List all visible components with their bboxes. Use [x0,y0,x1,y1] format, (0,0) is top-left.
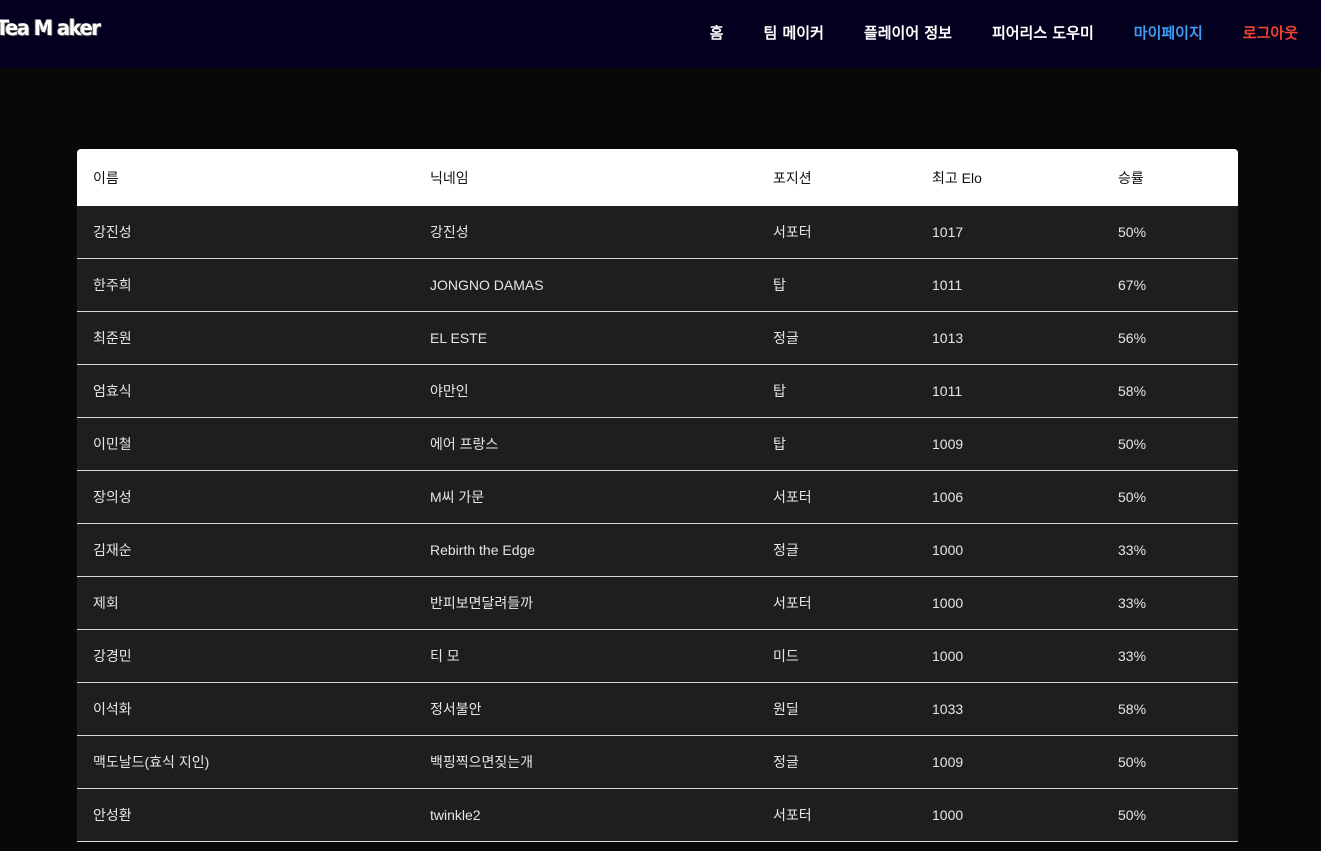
cell-max-elo: 1009 [916,735,1102,789]
cell-position: 정글 [757,735,916,789]
cell-win-rate: 50% [1102,417,1238,471]
site-logo[interactable]: Tea M aker [0,16,101,40]
table-row[interactable]: 이석화 정서불안 원딜 1033 58% [77,682,1238,736]
cell-position: 정글 [757,311,916,365]
cell-position: 원딜 [757,682,916,736]
cell-nickname: Rebirth the Edge [414,523,757,577]
cell-name: 엄효식 [77,364,414,418]
table-row[interactable]: 최준원 EL ESTE 정글 1013 56% [77,311,1238,365]
nav-player-info[interactable]: 플레이어 정보 [864,22,952,43]
table-row[interactable]: 장의성 M씨 가문 서포터 1006 50% [77,470,1238,524]
nav-fearless-helper[interactable]: 피어리스 도우미 [992,22,1094,43]
table-row[interactable]: 제회 반피보면달려들까 서포터 1000 33% [77,576,1238,630]
cell-nickname: 백핑찍으면짖는개 [414,735,757,789]
cell-max-elo: 1000 [916,629,1102,683]
cell-position: 서포터 [757,470,916,524]
table-row[interactable]: 한주희 JONGNO DAMAS 탑 1011 67% [77,258,1238,312]
table-header-row: 이름 닉네임 포지션 최고 Elo 승률 [77,149,1238,206]
column-header-max-elo[interactable]: 최고 Elo [916,149,1102,206]
cell-win-rate: 33% [1102,576,1238,630]
column-header-position[interactable]: 포지션 [757,149,916,206]
table-row[interactable]: 맥도날드(효식 지인) 백핑찍으면짖는개 정글 1009 50% [77,735,1238,789]
cell-win-rate: 58% [1102,364,1238,418]
cell-nickname: 강진성 [414,206,757,259]
cell-name: 이석화 [77,682,414,736]
cell-max-elo: 1009 [916,417,1102,471]
table-row[interactable]: 안성환 twinkle2 서포터 1000 50% [77,788,1238,842]
cell-nickname: 티 모 [414,629,757,683]
cell-win-rate: 67% [1102,258,1238,312]
cell-position: 탑 [757,258,916,312]
nav-team-maker[interactable]: 팀 메이커 [763,22,823,43]
cell-max-elo: 1000 [916,576,1102,630]
navbar: Tea M aker 홈 팀 메이커 플레이어 정보 피어리스 도우미 마이페이… [0,0,1321,68]
cell-position: 정글 [757,523,916,577]
cell-position: 미드 [757,629,916,683]
column-header-name[interactable]: 이름 [77,149,414,206]
cell-win-rate: 58% [1102,682,1238,736]
cell-win-rate: 56% [1102,311,1238,365]
cell-max-elo: 1006 [916,470,1102,524]
cell-position: 서포터 [757,576,916,630]
cell-win-rate: 50% [1102,735,1238,789]
nav-logout[interactable]: 로그아웃 [1243,22,1298,43]
cell-win-rate: 33% [1102,629,1238,683]
nav-mypage[interactable]: 마이페이지 [1134,22,1203,43]
cell-max-elo: 1000 [916,523,1102,577]
cell-nickname: twinkle2 [414,788,757,842]
cell-nickname: 반피보면달려들까 [414,576,757,630]
cell-max-elo: 1017 [916,206,1102,259]
cell-win-rate: 50% [1102,206,1238,259]
cell-position: 서포터 [757,206,916,259]
cell-position: 서포터 [757,788,916,842]
cell-position: 탑 [757,364,916,418]
cell-name: 제회 [77,576,414,630]
cell-win-rate: 50% [1102,788,1238,842]
cell-max-elo: 1011 [916,364,1102,418]
cell-nickname: JONGNO DAMAS [414,258,757,312]
column-header-win-rate[interactable]: 승률 [1102,149,1238,206]
column-header-nickname[interactable]: 닉네임 [414,149,757,206]
cell-nickname: 야만인 [414,364,757,418]
cell-name: 장의성 [77,470,414,524]
cell-nickname: 정서불안 [414,682,757,736]
table-row[interactable]: 김재순 Rebirth the Edge 정글 1000 33% [77,523,1238,577]
cell-win-rate: 50% [1102,470,1238,524]
table-row[interactable]: 강진성 강진성 서포터 1017 50% [77,206,1238,259]
cell-nickname: M씨 가문 [414,470,757,524]
cell-position: 탑 [757,417,916,471]
cell-name: 강진성 [77,206,414,259]
cell-name: 최준원 [77,311,414,365]
table-row[interactable]: 이민철 에어 프랑스 탑 1009 50% [77,417,1238,471]
table-row[interactable]: 강경민 티 모 미드 1000 33% [77,629,1238,683]
cell-max-elo: 1000 [916,788,1102,842]
nav-home[interactable]: 홈 [710,22,724,43]
cell-name: 김재순 [77,523,414,577]
cell-max-elo: 1011 [916,258,1102,312]
player-table-container: 이름 닉네임 포지션 최고 Elo 승률 강진성 강진성 서포터 1017 50… [77,149,1238,842]
main-nav: 홈 팀 메이커 플레이어 정보 피어리스 도우미 마이페이지 로그아웃 [710,0,1298,64]
cell-name: 안성환 [77,788,414,842]
player-table: 이름 닉네임 포지션 최고 Elo 승률 강진성 강진성 서포터 1017 50… [77,149,1238,842]
cell-max-elo: 1033 [916,682,1102,736]
cell-win-rate: 33% [1102,523,1238,577]
cell-name: 강경민 [77,629,414,683]
cell-name: 이민철 [77,417,414,471]
cell-name: 한주희 [77,258,414,312]
table-row[interactable]: 엄효식 야만인 탑 1011 58% [77,364,1238,418]
cell-nickname: EL ESTE [414,311,757,365]
cell-nickname: 에어 프랑스 [414,417,757,471]
cell-max-elo: 1013 [916,311,1102,365]
cell-name: 맥도날드(효식 지인) [77,735,414,789]
